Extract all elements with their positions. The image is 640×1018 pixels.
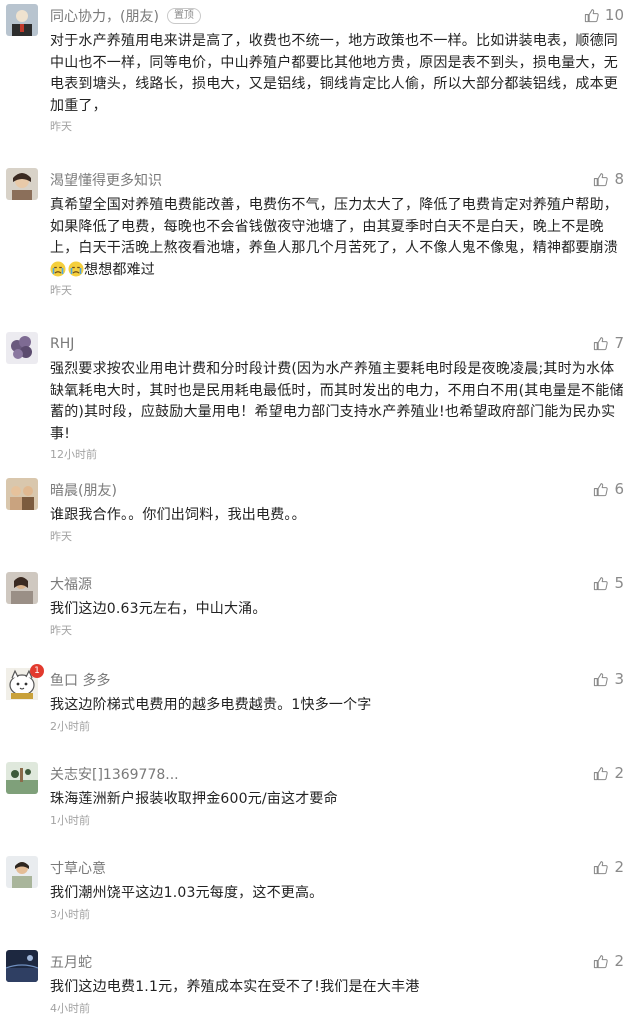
nickname[interactable]: 暗晨(朋友) <box>50 480 117 500</box>
timestamp: 昨天 <box>50 284 72 297</box>
like-count: 5 <box>614 574 624 592</box>
nickname[interactable]: 同心协力，(朋友) <box>50 6 159 26</box>
like-button[interactable]: 2 <box>593 764 624 782</box>
comment-text-tail: 想想都难过 <box>84 261 155 278</box>
thumbs-up-icon <box>594 172 609 186</box>
like-button[interactable]: 5 <box>593 574 624 592</box>
timestamp: 昨天 <box>50 623 72 637</box>
avatar[interactable] <box>6 572 38 604</box>
like-count: 7 <box>614 334 624 352</box>
like-button[interactable]: 10 <box>584 6 624 24</box>
comment-text: 对于水产养殖用电来讲是高了，收费也不统一，地方政策也不一样。比如讲装电表，顺德同… <box>50 33 618 114</box>
like-count: 6 <box>614 480 624 498</box>
comment-text-main: 真希望全国对养殖电费能改善，电费伤不气，压力太大了，降低了电费肯定对养殖户帮助，… <box>50 197 618 256</box>
comment-item: 同心协力，(朋友) 置顶 10 对于水产养殖用电来讲是高了，收费也不统一，地方政… <box>0 4 640 134</box>
comment-item: 五月蛇 2 我们这边电费1.1元，养殖成本实在受不了!我们是在大丰港 4小时前 <box>0 950 640 1016</box>
comment-text: 珠海莲洲新户报装收取押金600元/亩这才要命 <box>50 791 338 807</box>
crying-face-icon <box>68 261 84 276</box>
comment-text: 真希望全国对养殖电费能改善，电费伤不气，压力太大了，降低了电费肯定对养殖户帮助，… <box>50 195 626 281</box>
timestamp: 昨天 <box>50 529 72 543</box>
nickname[interactable]: RHJ <box>50 336 74 352</box>
like-button[interactable]: 2 <box>593 858 624 876</box>
thumbs-up-icon <box>594 336 609 350</box>
comment-item: 大福源 5 我们这边0.63元左右，中山大涌。 昨天 <box>0 572 640 638</box>
timestamp: 昨天 <box>50 120 72 133</box>
like-count: 2 <box>614 764 624 782</box>
avatar[interactable] <box>6 950 38 982</box>
like-count: 2 <box>614 952 624 970</box>
nickname[interactable]: 渴望懂得更多知识 <box>50 170 162 190</box>
like-button[interactable]: 3 <box>593 670 624 688</box>
comment-item: 关志安[]1369778... 2 珠海莲洲新户报装收取押金600元/亩这才要命… <box>0 762 640 828</box>
avatar[interactable] <box>6 332 38 364</box>
nickname[interactable]: 鱼口 多多 <box>50 670 110 690</box>
like-button[interactable]: 2 <box>593 952 624 970</box>
pinned-badge: 置顶 <box>166 8 201 24</box>
crying-face-icon <box>50 261 66 276</box>
nickname[interactable]: 大福源 <box>50 574 92 594</box>
comment-item: 寸草心意 2 我们潮州饶平这边1.03元每度，这不更高。 3小时前 <box>0 856 640 922</box>
notification-badge: 1 <box>30 664 44 678</box>
nickname[interactable]: 寸草心意 <box>50 858 106 878</box>
timestamp: 3小时前 <box>50 907 90 921</box>
timestamp: 1小时前 <box>50 813 90 827</box>
thumbs-up-icon <box>584 8 599 22</box>
avatar[interactable] <box>6 4 38 36</box>
avatar[interactable] <box>6 478 38 510</box>
thumbs-up-icon <box>594 860 609 874</box>
comment-text: 我们这边电费1.1元，养殖成本实在受不了!我们是在大丰港 <box>50 979 420 995</box>
nickname[interactable]: 五月蛇 <box>50 952 92 972</box>
thumbs-up-icon <box>594 576 609 590</box>
thumbs-up-icon <box>594 766 609 780</box>
like-button[interactable]: 6 <box>593 480 624 498</box>
comment-item: 渴望懂得更多知识 8 真希望全国对养殖电费能改善，电费伤不气，压力太大了，降低了… <box>0 168 640 298</box>
like-count: 2 <box>614 858 624 876</box>
like-button[interactable]: 7 <box>593 334 624 352</box>
like-button[interactable]: 8 <box>593 170 624 188</box>
avatar[interactable] <box>6 168 38 200</box>
comment-text: 强烈要求按农业用电计费和分时段计费(因为水产养殖主要耗电时段是夜晚凌晨;其时为水… <box>50 361 624 442</box>
thumbs-up-icon <box>594 482 609 496</box>
comment-item: 1 鱼口 多多 3 我这边阶梯式电费用的越多电费越贵。1快多一个字 2小时前 <box>0 664 640 734</box>
thumbs-up-icon <box>594 954 609 968</box>
timestamp: 12小时前 <box>50 448 97 461</box>
comment-text: 我们这边0.63元左右，中山大涌。 <box>50 601 267 617</box>
avatar[interactable] <box>6 856 38 888</box>
like-count: 10 <box>604 6 624 24</box>
comment-text: 我们潮州饶平这边1.03元每度，这不更高。 <box>50 885 324 901</box>
comment-item: 暗晨(朋友) 6 谁跟我合作。。你们出饲料，我出电费。。 昨天 <box>0 478 640 544</box>
timestamp: 2小时前 <box>50 719 90 733</box>
avatar[interactable]: 1 <box>6 664 44 700</box>
comment-text: 我这边阶梯式电费用的越多电费越贵。1快多一个字 <box>50 697 372 713</box>
like-count: 8 <box>614 170 624 188</box>
nickname[interactable]: 关志安[]1369778... <box>50 764 179 784</box>
timestamp: 4小时前 <box>50 1001 90 1015</box>
comment-item: RHJ 7 强烈要求按农业用电计费和分时段计费(因为水产养殖主要耗电时段是夜晚凌… <box>0 332 640 462</box>
thumbs-up-icon <box>594 672 609 686</box>
comment-text: 谁跟我合作。。你们出饲料，我出电费。。 <box>50 507 306 523</box>
avatar[interactable] <box>6 762 38 794</box>
like-count: 3 <box>614 670 624 688</box>
